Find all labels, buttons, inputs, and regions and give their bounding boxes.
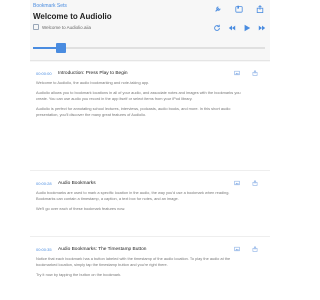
bookmark-title: Audio Bookmarks bbox=[58, 180, 96, 186]
audio-progress-slider[interactable] bbox=[33, 42, 265, 54]
bookmark-header: 00:00:28 Audio Bookmarks bbox=[36, 178, 264, 188]
note-paragraph: Audiolio allows you to bookmark location… bbox=[36, 90, 241, 101]
bookmark-list: 00:00:00 Introduction: Press Play to Begi… bbox=[30, 62, 270, 300]
bookmark-entry: 00:00:28 Audio Bookmarks Audio bookmarks a… bbox=[36, 178, 264, 216]
image-icon[interactable] bbox=[234, 70, 240, 76]
note-paragraph: Try it now by tapping the button on the … bbox=[36, 272, 122, 277]
page-title: Welcome to Audiolio bbox=[33, 12, 112, 21]
top-actions bbox=[214, 5, 264, 13]
bookmark-entry: 00:00:35 Audio Bookmarks: The Timestamp B… bbox=[36, 244, 264, 282]
file-name: Welcome to Audiolio.aiia bbox=[42, 24, 91, 30]
note-paragraph: Notice that each bookmark has a button l… bbox=[36, 256, 231, 267]
replay-icon[interactable] bbox=[213, 24, 221, 32]
bookmark-title: Introduction: Press Play to Begin bbox=[58, 70, 128, 76]
bookmark-notes: Welcome to Audiolio, the audio bookmarki… bbox=[36, 80, 264, 118]
bookmark-title: Audio Bookmarks: The Timestamp Button bbox=[58, 246, 147, 252]
note-paragraph: Audio bookmarks are used to mark a speci… bbox=[36, 190, 230, 201]
timestamp-button[interactable]: 00:00:35 bbox=[36, 247, 58, 252]
rewind-icon[interactable] bbox=[228, 24, 236, 32]
player-controls bbox=[213, 24, 266, 32]
back-button[interactable]: Bookmark Sets bbox=[33, 3, 67, 9]
note-paragraph: Welcome to Audiolio, the audio bookmarki… bbox=[36, 80, 150, 85]
bookmark-notes: Audio bookmarks are used to mark a speci… bbox=[36, 190, 264, 212]
share-icon[interactable] bbox=[252, 70, 258, 76]
bookmark-list-icon[interactable] bbox=[235, 5, 243, 13]
bookmark-header: 00:00:00 Introduction: Press Play to Begi… bbox=[36, 68, 264, 78]
note-paragraph: Audiolio is perfect for annotating schoo… bbox=[36, 106, 231, 117]
bookmark-separator bbox=[30, 170, 270, 171]
app-window: Bookmark Sets Welcome to Audiolio Welcom… bbox=[30, 0, 270, 300]
audio-file-icon bbox=[33, 24, 39, 30]
bookmark-separator bbox=[30, 236, 270, 237]
image-icon[interactable] bbox=[234, 180, 240, 186]
bookmark-entry: 00:00:00 Introduction: Press Play to Begi… bbox=[36, 68, 264, 122]
bookmark-notes: Notice that each bookmark has a button l… bbox=[36, 256, 264, 278]
tools-icon[interactable] bbox=[214, 5, 222, 13]
progress-track bbox=[33, 47, 265, 49]
image-icon[interactable] bbox=[234, 246, 240, 252]
share-icon[interactable] bbox=[252, 246, 258, 252]
note-paragraph: We'll go over each of these bookmark fea… bbox=[36, 206, 126, 211]
bookmark-header: 00:00:35 Audio Bookmarks: The Timestamp B… bbox=[36, 244, 264, 254]
timestamp-button[interactable]: 00:00:00 bbox=[36, 71, 58, 76]
fast-forward-icon[interactable] bbox=[258, 24, 266, 32]
player-header: Bookmark Sets Welcome to Audiolio Welcom… bbox=[30, 0, 270, 53]
progress-thumb[interactable] bbox=[56, 43, 66, 53]
bookmark-actions bbox=[234, 246, 258, 252]
share-icon[interactable] bbox=[256, 5, 264, 13]
share-icon[interactable] bbox=[252, 180, 258, 186]
bookmark-actions bbox=[234, 180, 258, 186]
header-divider bbox=[30, 60, 270, 61]
play-icon[interactable] bbox=[243, 24, 251, 32]
file-subtitle: Welcome to Audiolio.aiia bbox=[33, 23, 91, 31]
bookmark-actions bbox=[234, 70, 258, 76]
timestamp-button[interactable]: 00:00:28 bbox=[36, 181, 58, 186]
